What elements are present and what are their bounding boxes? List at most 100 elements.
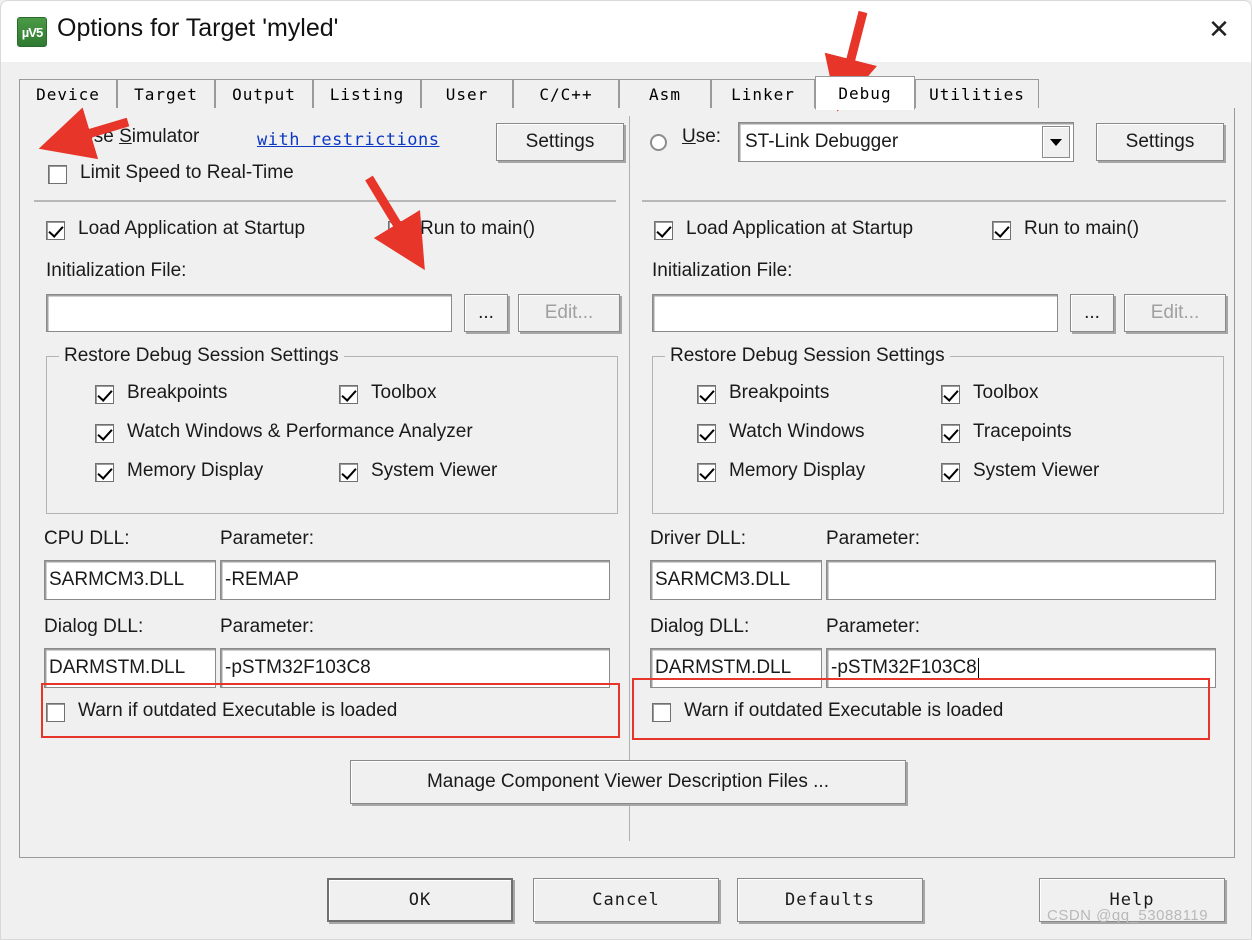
cpu-parameter-label: Parameter: bbox=[220, 528, 314, 549]
sim-browse-button[interactable]: ... bbox=[464, 294, 508, 332]
watermark: CSDN @qq_53088119 bbox=[1047, 907, 1209, 924]
debugger-select[interactable]: ST-Link Debugger bbox=[738, 122, 1074, 162]
panel-divider bbox=[629, 116, 630, 841]
tab-device[interactable]: Device bbox=[19, 79, 117, 109]
tab-debug[interactable]: Debug bbox=[815, 76, 915, 110]
sim-system-viewer-label: System Viewer bbox=[371, 460, 498, 481]
text-caret bbox=[977, 657, 979, 679]
options-dialog: µV5 Options for Target 'myled' ✕ Device … bbox=[0, 0, 1252, 940]
cpu-parameter-input[interactable]: -REMAP bbox=[220, 560, 610, 600]
dialog-body: Device Target Output Listing User C/C++ … bbox=[0, 62, 1252, 940]
sim-warn-outdated-checkbox[interactable] bbox=[46, 703, 65, 722]
cancel-button[interactable]: Cancel bbox=[533, 878, 719, 922]
sim-breakpoints-checkbox[interactable] bbox=[95, 385, 114, 404]
dbg-memory-display-checkbox[interactable] bbox=[697, 463, 716, 482]
with-restrictions-link[interactable]: with restrictions bbox=[257, 130, 440, 150]
dbg-tracepoints-label: Tracepoints bbox=[973, 421, 1072, 442]
limit-speed-checkbox[interactable] bbox=[48, 165, 67, 184]
dbg-restore-session-group: Restore Debug Session Settings Breakpoin… bbox=[652, 345, 1224, 514]
dbg-breakpoints-label: Breakpoints bbox=[729, 382, 830, 403]
sim-run-to-main-checkbox[interactable] bbox=[388, 221, 407, 240]
use-simulator-radio[interactable] bbox=[50, 134, 67, 151]
simulator-settings-button[interactable]: Settings bbox=[496, 123, 624, 161]
sim-toolbox-label: Toolbox bbox=[371, 382, 437, 403]
dbg-run-to-main-checkbox[interactable] bbox=[992, 221, 1011, 240]
sim-run-to-main-label: Run to main() bbox=[420, 218, 536, 239]
sim-warn-outdated-label: Warn if outdated Executable is loaded bbox=[78, 700, 398, 721]
sim-dialog-parameter-label: Parameter: bbox=[220, 616, 314, 637]
sim-restore-session-title: Restore Debug Session Settings bbox=[59, 345, 344, 367]
dbg-init-file-label: Initialization File: bbox=[652, 260, 793, 281]
sim-load-app-checkbox[interactable] bbox=[46, 221, 65, 240]
tab-user[interactable]: User bbox=[421, 79, 513, 109]
dbg-warn-outdated-checkbox[interactable] bbox=[652, 703, 671, 722]
dbg-system-viewer-label: System Viewer bbox=[973, 460, 1100, 481]
dbg-warn-outdated-label: Warn if outdated Executable is loaded bbox=[684, 700, 1004, 721]
sim-dialog-dll-input[interactable]: DARMSTM.DLL bbox=[44, 648, 216, 688]
driver-dll-label: Driver DLL: bbox=[650, 528, 747, 549]
dbg-watch-windows-checkbox[interactable] bbox=[697, 424, 716, 443]
tab-asm[interactable]: Asm bbox=[619, 79, 711, 109]
use-simulator-label: Use Simulator bbox=[80, 126, 200, 147]
keil-uvision5-icon: µV5 bbox=[17, 17, 47, 47]
sim-load-app-label: Load Application at Startup bbox=[78, 218, 306, 239]
use-debugger-label: Use: bbox=[682, 126, 722, 147]
dbg-dialog-dll-label: Dialog DLL: bbox=[650, 616, 750, 637]
sim-edit-button: Edit... bbox=[518, 294, 620, 332]
dbg-breakpoints-checkbox[interactable] bbox=[697, 385, 716, 404]
dbg-toolbox-checkbox[interactable] bbox=[941, 385, 960, 404]
tab-target[interactable]: Target bbox=[117, 79, 215, 109]
sim-memory-display-checkbox[interactable] bbox=[95, 463, 114, 482]
title-bar: µV5 Options for Target 'myled' ✕ bbox=[0, 0, 1252, 62]
debugger-select-value: ST-Link Debugger bbox=[745, 131, 899, 152]
dbg-load-app-label: Load Application at Startup bbox=[686, 218, 914, 239]
dbg-toolbox-label: Toolbox bbox=[973, 382, 1039, 403]
sim-breakpoints-label: Breakpoints bbox=[127, 382, 228, 403]
tab-listing[interactable]: Listing bbox=[313, 79, 421, 109]
defaults-button[interactable]: Defaults bbox=[737, 878, 923, 922]
debug-settings-panel: Use Simulator with restrictions Settings… bbox=[19, 108, 1235, 858]
sim-restore-session-group: Restore Debug Session Settings Breakpoin… bbox=[46, 345, 618, 514]
simulator-separator bbox=[34, 200, 616, 202]
sim-system-viewer-checkbox[interactable] bbox=[339, 463, 358, 482]
chevron-down-icon[interactable] bbox=[1042, 126, 1070, 158]
sim-init-file-label: Initialization File: bbox=[46, 260, 187, 281]
use-debugger-radio[interactable] bbox=[650, 134, 667, 151]
dbg-system-viewer-checkbox[interactable] bbox=[941, 463, 960, 482]
dbg-memory-display-label: Memory Display bbox=[729, 460, 866, 481]
driver-parameter-input[interactable] bbox=[826, 560, 1216, 600]
driver-parameter-label: Parameter: bbox=[826, 528, 920, 549]
window-title: Options for Target 'myled' bbox=[57, 14, 339, 42]
sim-watch-windows-checkbox[interactable] bbox=[95, 424, 114, 443]
tab-strip: Device Target Output Listing User C/C++ … bbox=[19, 76, 1235, 110]
debugger-settings-button[interactable]: Settings bbox=[1096, 123, 1224, 161]
tab-output[interactable]: Output bbox=[215, 79, 313, 109]
limit-speed-label: Limit Speed to Real-Time bbox=[80, 162, 294, 183]
sim-dialog-parameter-input[interactable]: -pSTM32F103C8 bbox=[220, 648, 610, 688]
sim-memory-display-label: Memory Display bbox=[127, 460, 264, 481]
sim-watch-windows-label: Watch Windows & Performance Analyzer bbox=[127, 421, 473, 442]
dbg-dialog-parameter-input[interactable]: -pSTM32F103C8 bbox=[826, 648, 1216, 688]
dbg-tracepoints-checkbox[interactable] bbox=[941, 424, 960, 443]
dbg-dialog-parameter-value: -pSTM32F103C8 bbox=[831, 657, 977, 678]
dbg-watch-windows-label: Watch Windows bbox=[729, 421, 865, 442]
dbg-run-to-main-label: Run to main() bbox=[1024, 218, 1140, 239]
dbg-dialog-parameter-label: Parameter: bbox=[826, 616, 920, 637]
debugger-separator bbox=[642, 200, 1226, 202]
tab-linker[interactable]: Linker bbox=[711, 79, 815, 109]
dbg-browse-button[interactable]: ... bbox=[1070, 294, 1114, 332]
sim-toolbox-checkbox[interactable] bbox=[339, 385, 358, 404]
driver-dll-input[interactable]: SARMCM3.DLL bbox=[650, 560, 822, 600]
dbg-init-file-input[interactable] bbox=[652, 294, 1058, 332]
sim-init-file-input[interactable] bbox=[46, 294, 452, 332]
ok-button[interactable]: OK bbox=[327, 878, 513, 922]
manage-component-viewer-button[interactable]: Manage Component Viewer Description File… bbox=[350, 760, 906, 804]
dbg-dialog-dll-input[interactable]: DARMSTM.DLL bbox=[650, 648, 822, 688]
dbg-load-app-checkbox[interactable] bbox=[654, 221, 673, 240]
tab-cpp[interactable]: C/C++ bbox=[513, 79, 619, 109]
close-icon[interactable]: ✕ bbox=[1187, 1, 1251, 57]
tab-utilities[interactable]: Utilities bbox=[915, 79, 1039, 109]
cpu-dll-label: CPU DLL: bbox=[44, 528, 130, 549]
dbg-dialog-dll-value: DARMSTM.DLL bbox=[655, 657, 792, 678]
cpu-dll-input[interactable]: SARMCM3.DLL bbox=[44, 560, 216, 600]
